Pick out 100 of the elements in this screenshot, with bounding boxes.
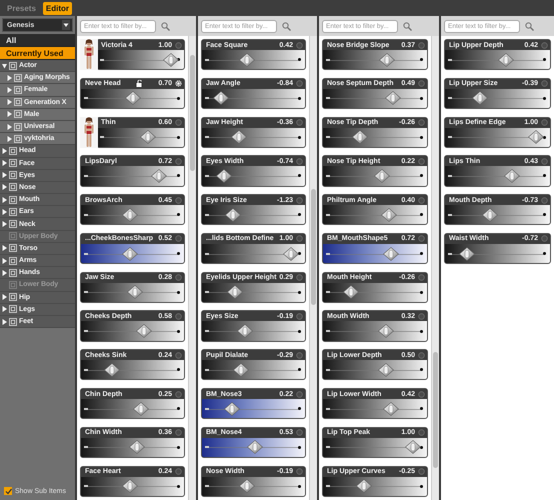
caret-down-icon[interactable] (2, 62, 7, 69)
slider-track[interactable] (97, 128, 184, 147)
slider-thumb[interactable] (216, 168, 232, 183)
scrollbar[interactable] (309, 36, 317, 500)
search-icon[interactable] (403, 22, 412, 30)
slider-thumb[interactable] (230, 130, 247, 144)
tab[interactable]: Editor (42, 2, 72, 14)
slider-thumb[interactable] (343, 285, 360, 300)
scrollbar[interactable] (431, 36, 439, 500)
slider-track[interactable] (323, 128, 427, 147)
slider-track[interactable] (202, 399, 305, 418)
slider-track[interactable] (323, 321, 427, 341)
slider-track[interactable] (323, 438, 427, 457)
checkbox[interactable] (4, 487, 12, 495)
slider-thumb[interactable] (404, 440, 421, 454)
slider-track[interactable] (445, 166, 550, 186)
slider-thumb[interactable] (378, 362, 394, 377)
slider-track[interactable] (202, 166, 305, 186)
slider-thumb[interactable] (238, 479, 255, 494)
slider-thumb[interactable] (104, 362, 120, 377)
dot-icon (543, 174, 546, 178)
slider-thumb[interactable] (122, 208, 138, 222)
slider-thumb[interactable] (128, 440, 145, 454)
slider-thumb[interactable] (227, 285, 244, 300)
slider-track[interactable] (202, 128, 305, 147)
slider-track[interactable] (81, 282, 184, 302)
search-icon[interactable] (282, 22, 291, 30)
slider-thumb[interactable] (382, 402, 399, 416)
slider-thumb[interactable] (127, 285, 144, 300)
slider-track[interactable] (323, 282, 427, 302)
slider-track[interactable] (445, 88, 550, 108)
slider-thumb[interactable] (528, 130, 544, 144)
slider-thumb[interactable] (379, 52, 396, 67)
slider-track[interactable] (202, 244, 305, 264)
slider-track[interactable] (323, 50, 427, 70)
slider-thumb[interactable] (374, 168, 390, 183)
slider-track[interactable] (81, 321, 184, 341)
slider-thumb[interactable] (236, 324, 253, 338)
slider-track[interactable] (445, 205, 550, 224)
slider-thumb[interactable] (225, 208, 242, 222)
slider-thumb[interactable] (378, 324, 394, 338)
slider-track[interactable] (202, 360, 305, 380)
slider-thumb[interactable] (384, 91, 401, 106)
slider-track[interactable] (445, 244, 550, 264)
slider-thumb[interactable] (459, 246, 476, 260)
slider-thumb[interactable] (282, 246, 299, 260)
slider-track[interactable] (323, 166, 427, 186)
slider-thumb[interactable] (247, 440, 264, 454)
slider-thumb[interactable] (163, 52, 180, 67)
filter-item[interactable]: All (0, 34, 75, 47)
slider-track[interactable] (202, 205, 305, 224)
slider-thumb[interactable] (356, 479, 372, 494)
slider-track[interactable] (323, 360, 427, 380)
slider-track[interactable] (81, 476, 184, 496)
slider-track[interactable] (81, 438, 184, 457)
slider-thumb[interactable] (482, 208, 498, 222)
slider-track[interactable] (323, 399, 427, 418)
slider-track[interactable] (323, 88, 427, 108)
slider-track[interactable] (81, 205, 184, 224)
slider-track[interactable] (81, 399, 184, 418)
slider-track[interactable] (202, 282, 305, 302)
slider-thumb[interactable] (133, 402, 150, 416)
slider-track[interactable] (202, 438, 305, 457)
slider-thumb[interactable] (122, 479, 138, 494)
slider-thumb[interactable] (352, 130, 368, 144)
slider-thumb[interactable] (233, 362, 250, 377)
slider-track[interactable] (445, 128, 550, 147)
filter-item[interactable]: Currently Used (0, 47, 75, 60)
gear-icon[interactable] (175, 80, 182, 88)
slider-thumb[interactable] (213, 91, 230, 106)
slider-track[interactable] (202, 321, 305, 341)
slider-track[interactable] (323, 205, 427, 224)
slider-track[interactable] (445, 50, 550, 70)
slider-thumb[interactable] (382, 246, 399, 260)
slider-track[interactable] (323, 476, 427, 496)
slider-track[interactable] (81, 360, 184, 380)
caret-down-icon[interactable] (62, 20, 70, 30)
slider-track[interactable] (81, 88, 184, 108)
slider-track[interactable] (97, 50, 184, 70)
slider-track[interactable] (81, 244, 184, 264)
slider-track[interactable] (323, 244, 427, 264)
slider-thumb[interactable] (136, 324, 152, 338)
slider-thumb[interactable] (122, 246, 138, 260)
search-icon[interactable] (161, 22, 170, 30)
slider-thumb[interactable] (224, 402, 240, 416)
slider-thumb[interactable] (504, 168, 520, 183)
slider-track[interactable] (202, 476, 305, 496)
slider-track[interactable] (81, 166, 184, 186)
slider-thumb[interactable] (381, 208, 398, 222)
slider-track[interactable] (202, 50, 305, 70)
slider-thumb[interactable] (472, 91, 488, 106)
scrollbar[interactable] (188, 36, 196, 500)
slider-thumb[interactable] (140, 130, 156, 144)
slider-thumb[interactable] (150, 168, 167, 183)
slider-track[interactable] (202, 88, 305, 108)
search-icon[interactable] (525, 22, 534, 30)
slider-thumb[interactable] (124, 91, 140, 106)
lock-icon[interactable] (136, 80, 144, 88)
slider-thumb[interactable] (498, 52, 514, 67)
slider-thumb[interactable] (238, 52, 255, 67)
